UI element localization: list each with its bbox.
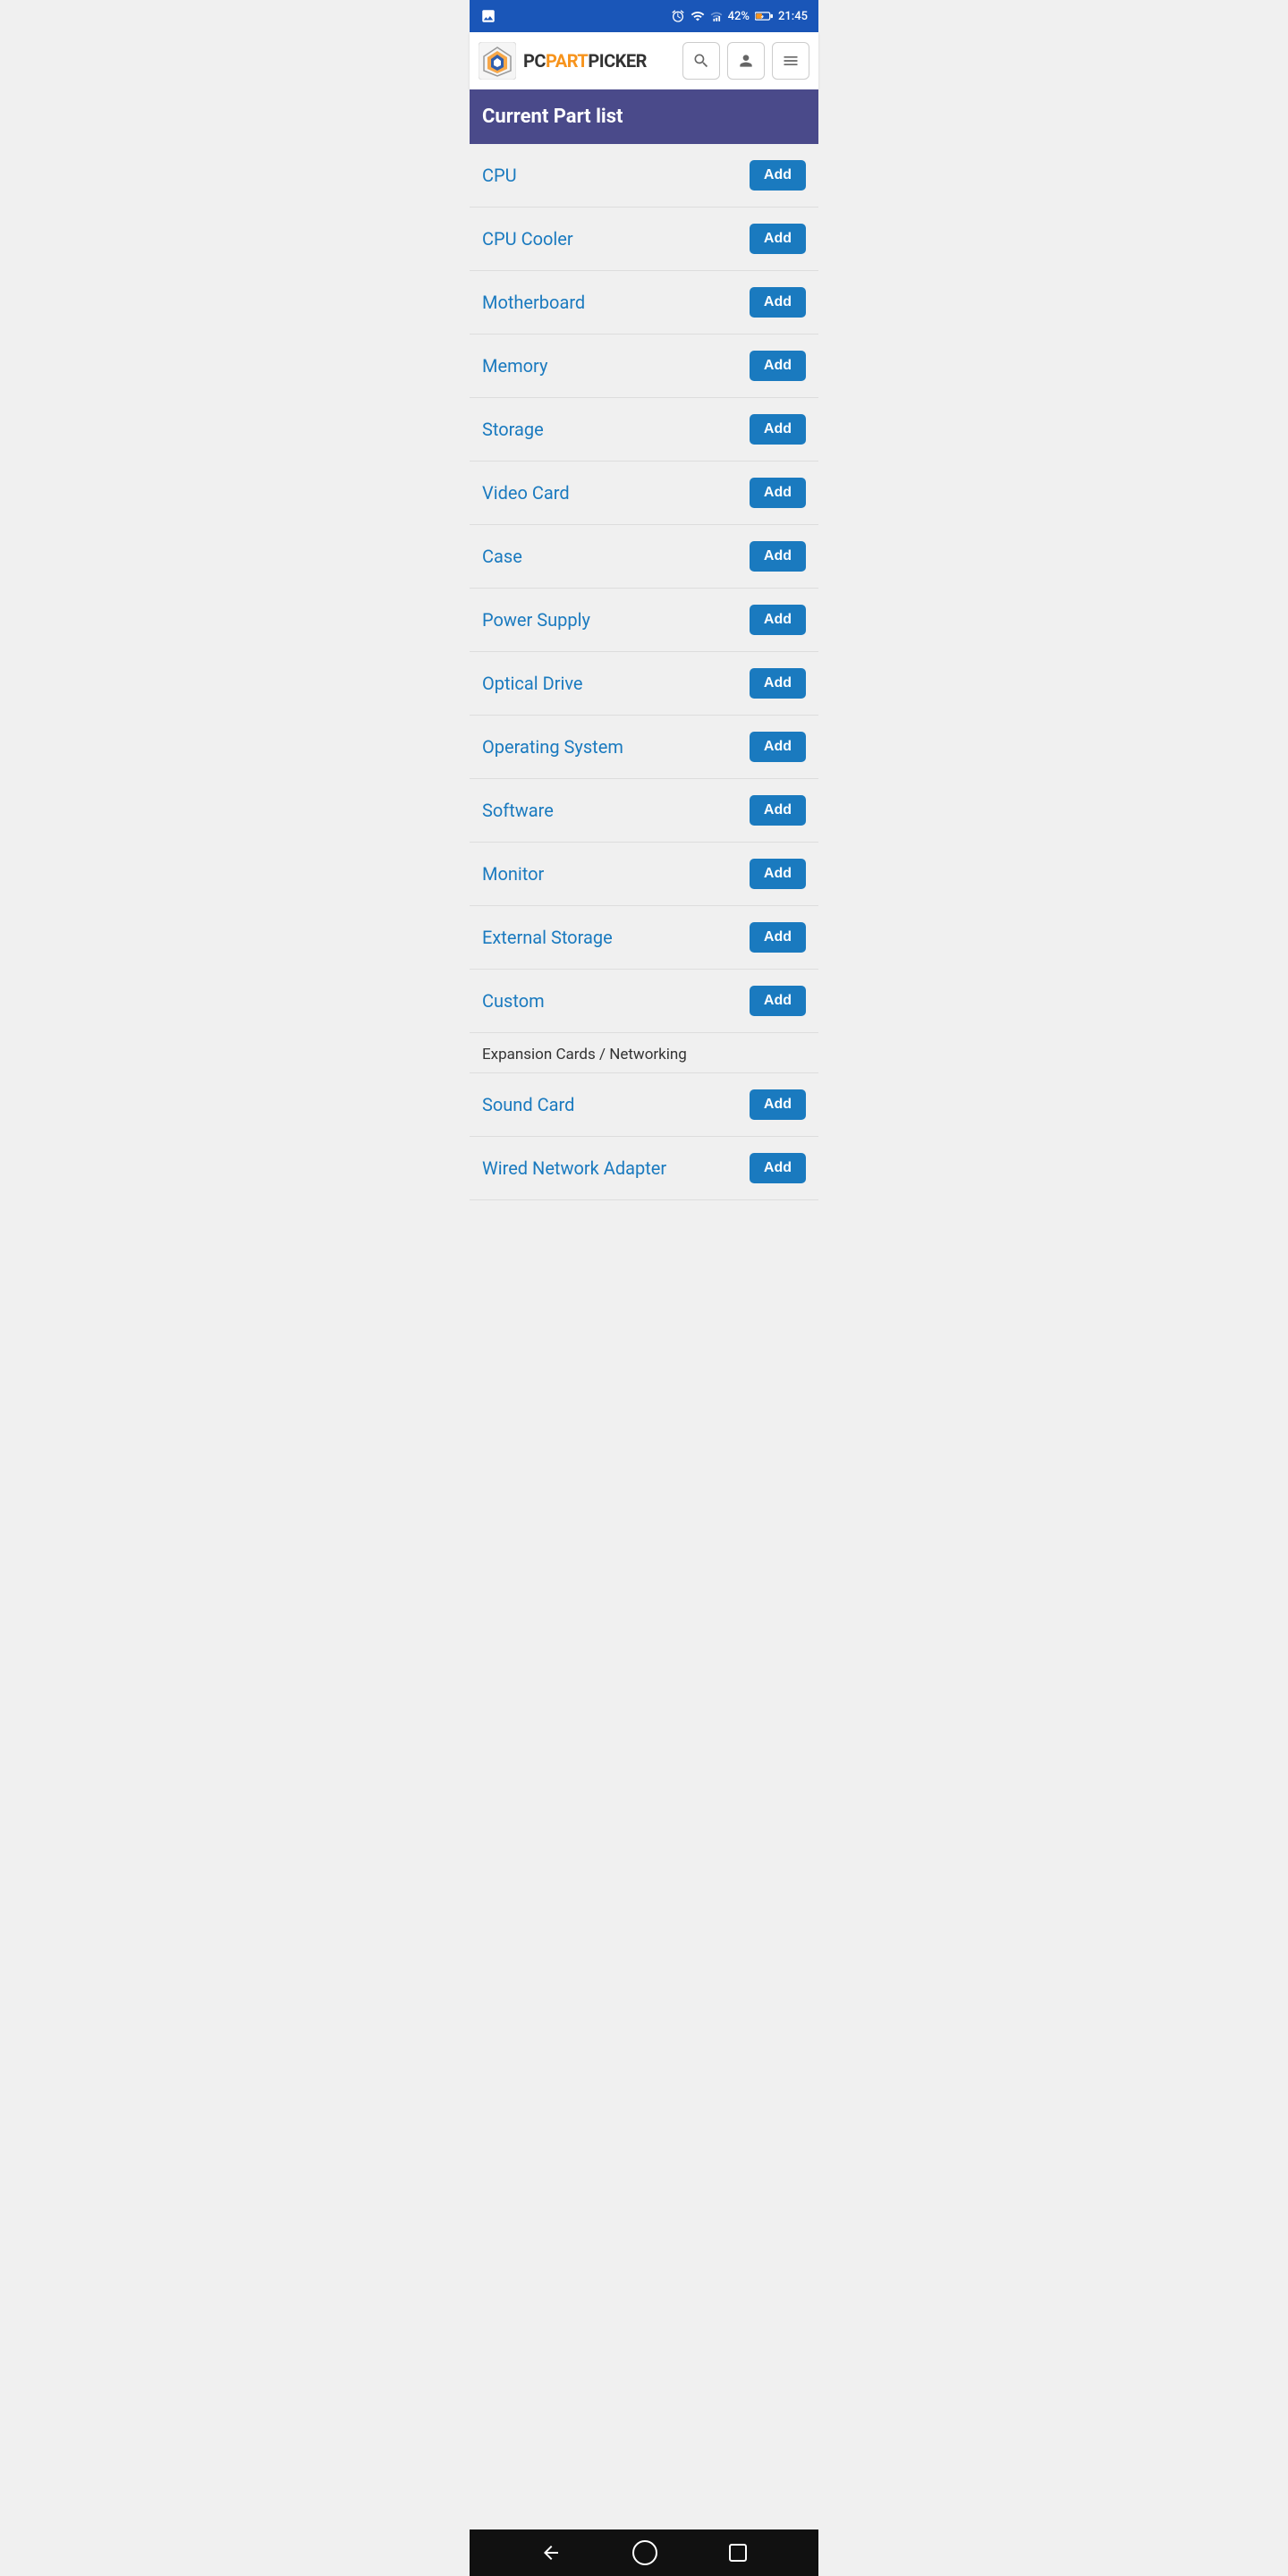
home-icon xyxy=(632,2540,657,2565)
home-button[interactable] xyxy=(632,2540,657,2565)
logo-part: PART xyxy=(546,50,588,72)
part-name-memory: Memory xyxy=(482,355,547,377)
logo-container: PCPARTPICKER xyxy=(479,42,682,80)
part-item-video-card: Video Card Add xyxy=(470,462,818,525)
add-button-monitor[interactable]: Add xyxy=(750,859,806,889)
part-name-external-storage: External Storage xyxy=(482,927,613,948)
add-button-optical-drive[interactable]: Add xyxy=(750,668,806,699)
part-name-motherboard: Motherboard xyxy=(482,292,585,313)
banner-title: Current Part list xyxy=(482,106,806,128)
part-name-wired-network-adapter: Wired Network Adapter xyxy=(482,1157,666,1179)
part-name-video-card: Video Card xyxy=(482,482,570,504)
add-button-wired-network-adapter[interactable]: Add xyxy=(750,1153,806,1183)
part-name-power-supply: Power Supply xyxy=(482,609,590,631)
part-item-operating-system: Operating System Add xyxy=(470,716,818,779)
expansion-parts-container: Sound Card Add Wired Network Adapter Add xyxy=(470,1073,818,1200)
wifi-icon xyxy=(691,9,705,23)
part-item-storage: Storage Add xyxy=(470,398,818,462)
part-name-cpu: CPU xyxy=(482,165,517,186)
add-button-storage[interactable]: Add xyxy=(750,414,806,445)
part-list: CPU Add CPU Cooler Add Motherboard Add M… xyxy=(470,144,818,2529)
part-name-sound-card: Sound Card xyxy=(482,1094,574,1115)
search-button[interactable] xyxy=(682,42,720,80)
main-parts-container: CPU Add CPU Cooler Add Motherboard Add M… xyxy=(470,144,818,1033)
expansion-section-header: Expansion Cards / Networking xyxy=(470,1033,818,1073)
photo-icon xyxy=(480,8,496,24)
add-button-operating-system[interactable]: Add xyxy=(750,732,806,762)
part-name-monitor: Monitor xyxy=(482,863,544,885)
part-item-power-supply: Power Supply Add xyxy=(470,589,818,652)
add-button-cpu-cooler[interactable]: Add xyxy=(750,224,806,254)
part-item-case: Case Add xyxy=(470,525,818,589)
add-button-case[interactable]: Add xyxy=(750,541,806,572)
part-item-sound-card: Sound Card Add xyxy=(470,1073,818,1137)
part-name-storage: Storage xyxy=(482,419,544,440)
profile-icon xyxy=(737,52,755,70)
logo-picker: PICKER xyxy=(588,50,647,72)
part-item-wired-network-adapter: Wired Network Adapter Add xyxy=(470,1137,818,1200)
part-name-case: Case xyxy=(482,546,522,567)
part-item-external-storage: External Storage Add xyxy=(470,906,818,970)
status-bar: 42% 21:45 xyxy=(470,0,818,32)
part-item-motherboard: Motherboard Add xyxy=(470,271,818,335)
part-name-operating-system: Operating System xyxy=(482,736,623,758)
status-time: 21:45 xyxy=(778,10,808,23)
back-icon xyxy=(540,2542,562,2563)
profile-button[interactable] xyxy=(727,42,765,80)
add-button-motherboard[interactable]: Add xyxy=(750,287,806,318)
battery-percentage: 42% xyxy=(728,10,750,23)
add-button-power-supply[interactable]: Add xyxy=(750,605,806,635)
part-name-cpu-cooler: CPU Cooler xyxy=(482,228,573,250)
add-button-custom[interactable]: Add xyxy=(750,986,806,1016)
menu-icon xyxy=(782,52,800,70)
battery-icon xyxy=(755,11,773,21)
logo-text: PCPARTPICKER xyxy=(523,50,647,72)
banner: Current Part list xyxy=(470,89,818,144)
search-icon xyxy=(692,52,710,70)
part-name-optical-drive: Optical Drive xyxy=(482,673,583,694)
header-actions xyxy=(682,42,809,80)
logo-icon xyxy=(479,42,516,80)
add-button-memory[interactable]: Add xyxy=(750,351,806,381)
add-button-sound-card[interactable]: Add xyxy=(750,1089,806,1120)
part-item-optical-drive: Optical Drive Add xyxy=(470,652,818,716)
navigation-bar xyxy=(470,2529,818,2576)
recent-button[interactable] xyxy=(728,2543,748,2563)
part-item-custom: Custom Add xyxy=(470,970,818,1033)
part-name-software: Software xyxy=(482,800,554,821)
part-item-cpu: CPU Add xyxy=(470,144,818,208)
recent-icon xyxy=(728,2543,748,2563)
signal-icon xyxy=(710,9,723,23)
add-button-video-card[interactable]: Add xyxy=(750,478,806,508)
part-item-cpu-cooler: CPU Cooler Add xyxy=(470,208,818,271)
back-button[interactable] xyxy=(540,2542,562,2563)
add-button-external-storage[interactable]: Add xyxy=(750,922,806,953)
part-item-memory: Memory Add xyxy=(470,335,818,398)
status-right: 42% 21:45 xyxy=(671,9,808,23)
part-item-software: Software Add xyxy=(470,779,818,843)
app-header: PCPARTPICKER xyxy=(470,32,818,89)
part-item-monitor: Monitor Add xyxy=(470,843,818,906)
menu-button[interactable] xyxy=(772,42,809,80)
status-left xyxy=(480,8,496,24)
logo-pc: PC xyxy=(523,50,546,72)
add-button-cpu[interactable]: Add xyxy=(750,160,806,191)
alarm-icon xyxy=(671,9,685,23)
part-name-custom: Custom xyxy=(482,990,545,1012)
add-button-software[interactable]: Add xyxy=(750,795,806,826)
